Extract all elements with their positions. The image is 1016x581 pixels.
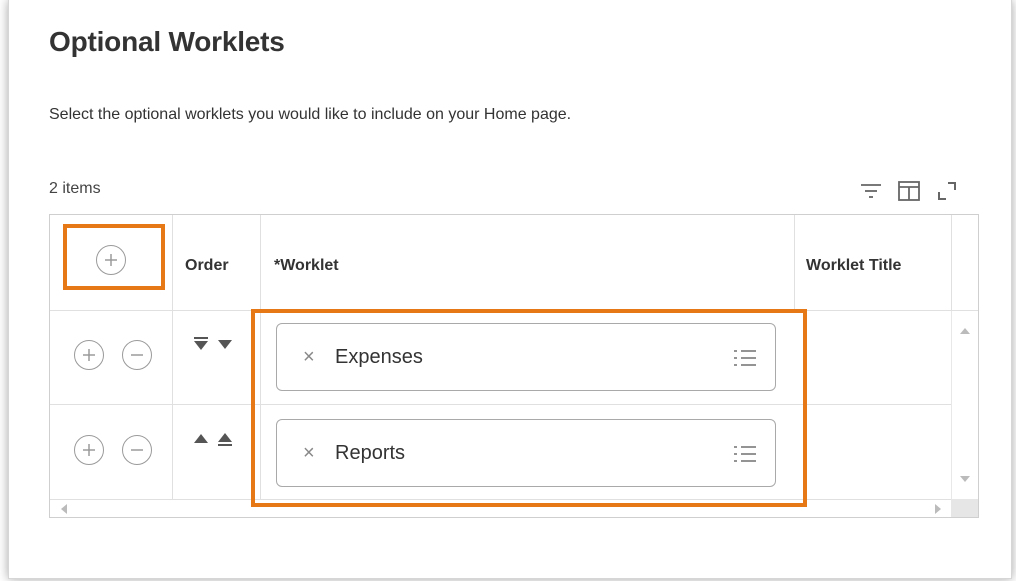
plus-icon <box>83 444 95 456</box>
filter-icon[interactable] <box>857 178 885 204</box>
scrollbar-corner <box>951 499 978 517</box>
scroll-down-icon[interactable] <box>960 475 970 483</box>
plus-icon <box>83 349 95 361</box>
highlight-worklet-prompts <box>251 309 807 507</box>
move-down-icon[interactable] <box>216 335 234 353</box>
scroll-right-icon[interactable] <box>934 504 942 514</box>
highlight-add-button <box>63 224 165 290</box>
page-title: Optional Worklets <box>49 26 285 57</box>
scroll-left-icon[interactable] <box>60 504 68 514</box>
item-count: 2 items <box>49 180 101 197</box>
remove-row-button[interactable] <box>122 340 152 370</box>
remove-row-button[interactable] <box>122 435 152 465</box>
minus-icon <box>131 354 143 356</box>
columns-icon[interactable] <box>895 178 923 204</box>
optional-worklets-panel: Optional Worklets Select the optional wo… <box>8 0 1012 579</box>
page-subtitle: Select the optional worklets you would l… <box>49 106 572 123</box>
column-header-worklet-title[interactable]: Worklet Title <box>806 257 901 275</box>
add-row-button[interactable] <box>74 435 104 465</box>
move-to-bottom-icon[interactable] <box>192 335 210 353</box>
minus-icon <box>131 449 143 451</box>
scroll-up-icon[interactable] <box>960 327 970 335</box>
grid-header-row: Order *Worklet Worklet Title <box>50 215 978 311</box>
column-header-worklet[interactable]: *Worklet <box>274 257 339 275</box>
move-up-icon[interactable] <box>192 430 210 448</box>
add-row-button[interactable] <box>74 340 104 370</box>
move-to-top-icon[interactable] <box>216 430 234 448</box>
grid-toolbar <box>857 178 961 204</box>
expand-icon[interactable] <box>933 178 961 204</box>
column-header-order[interactable]: Order <box>185 257 229 275</box>
vertical-scrollbar[interactable] <box>951 311 978 499</box>
